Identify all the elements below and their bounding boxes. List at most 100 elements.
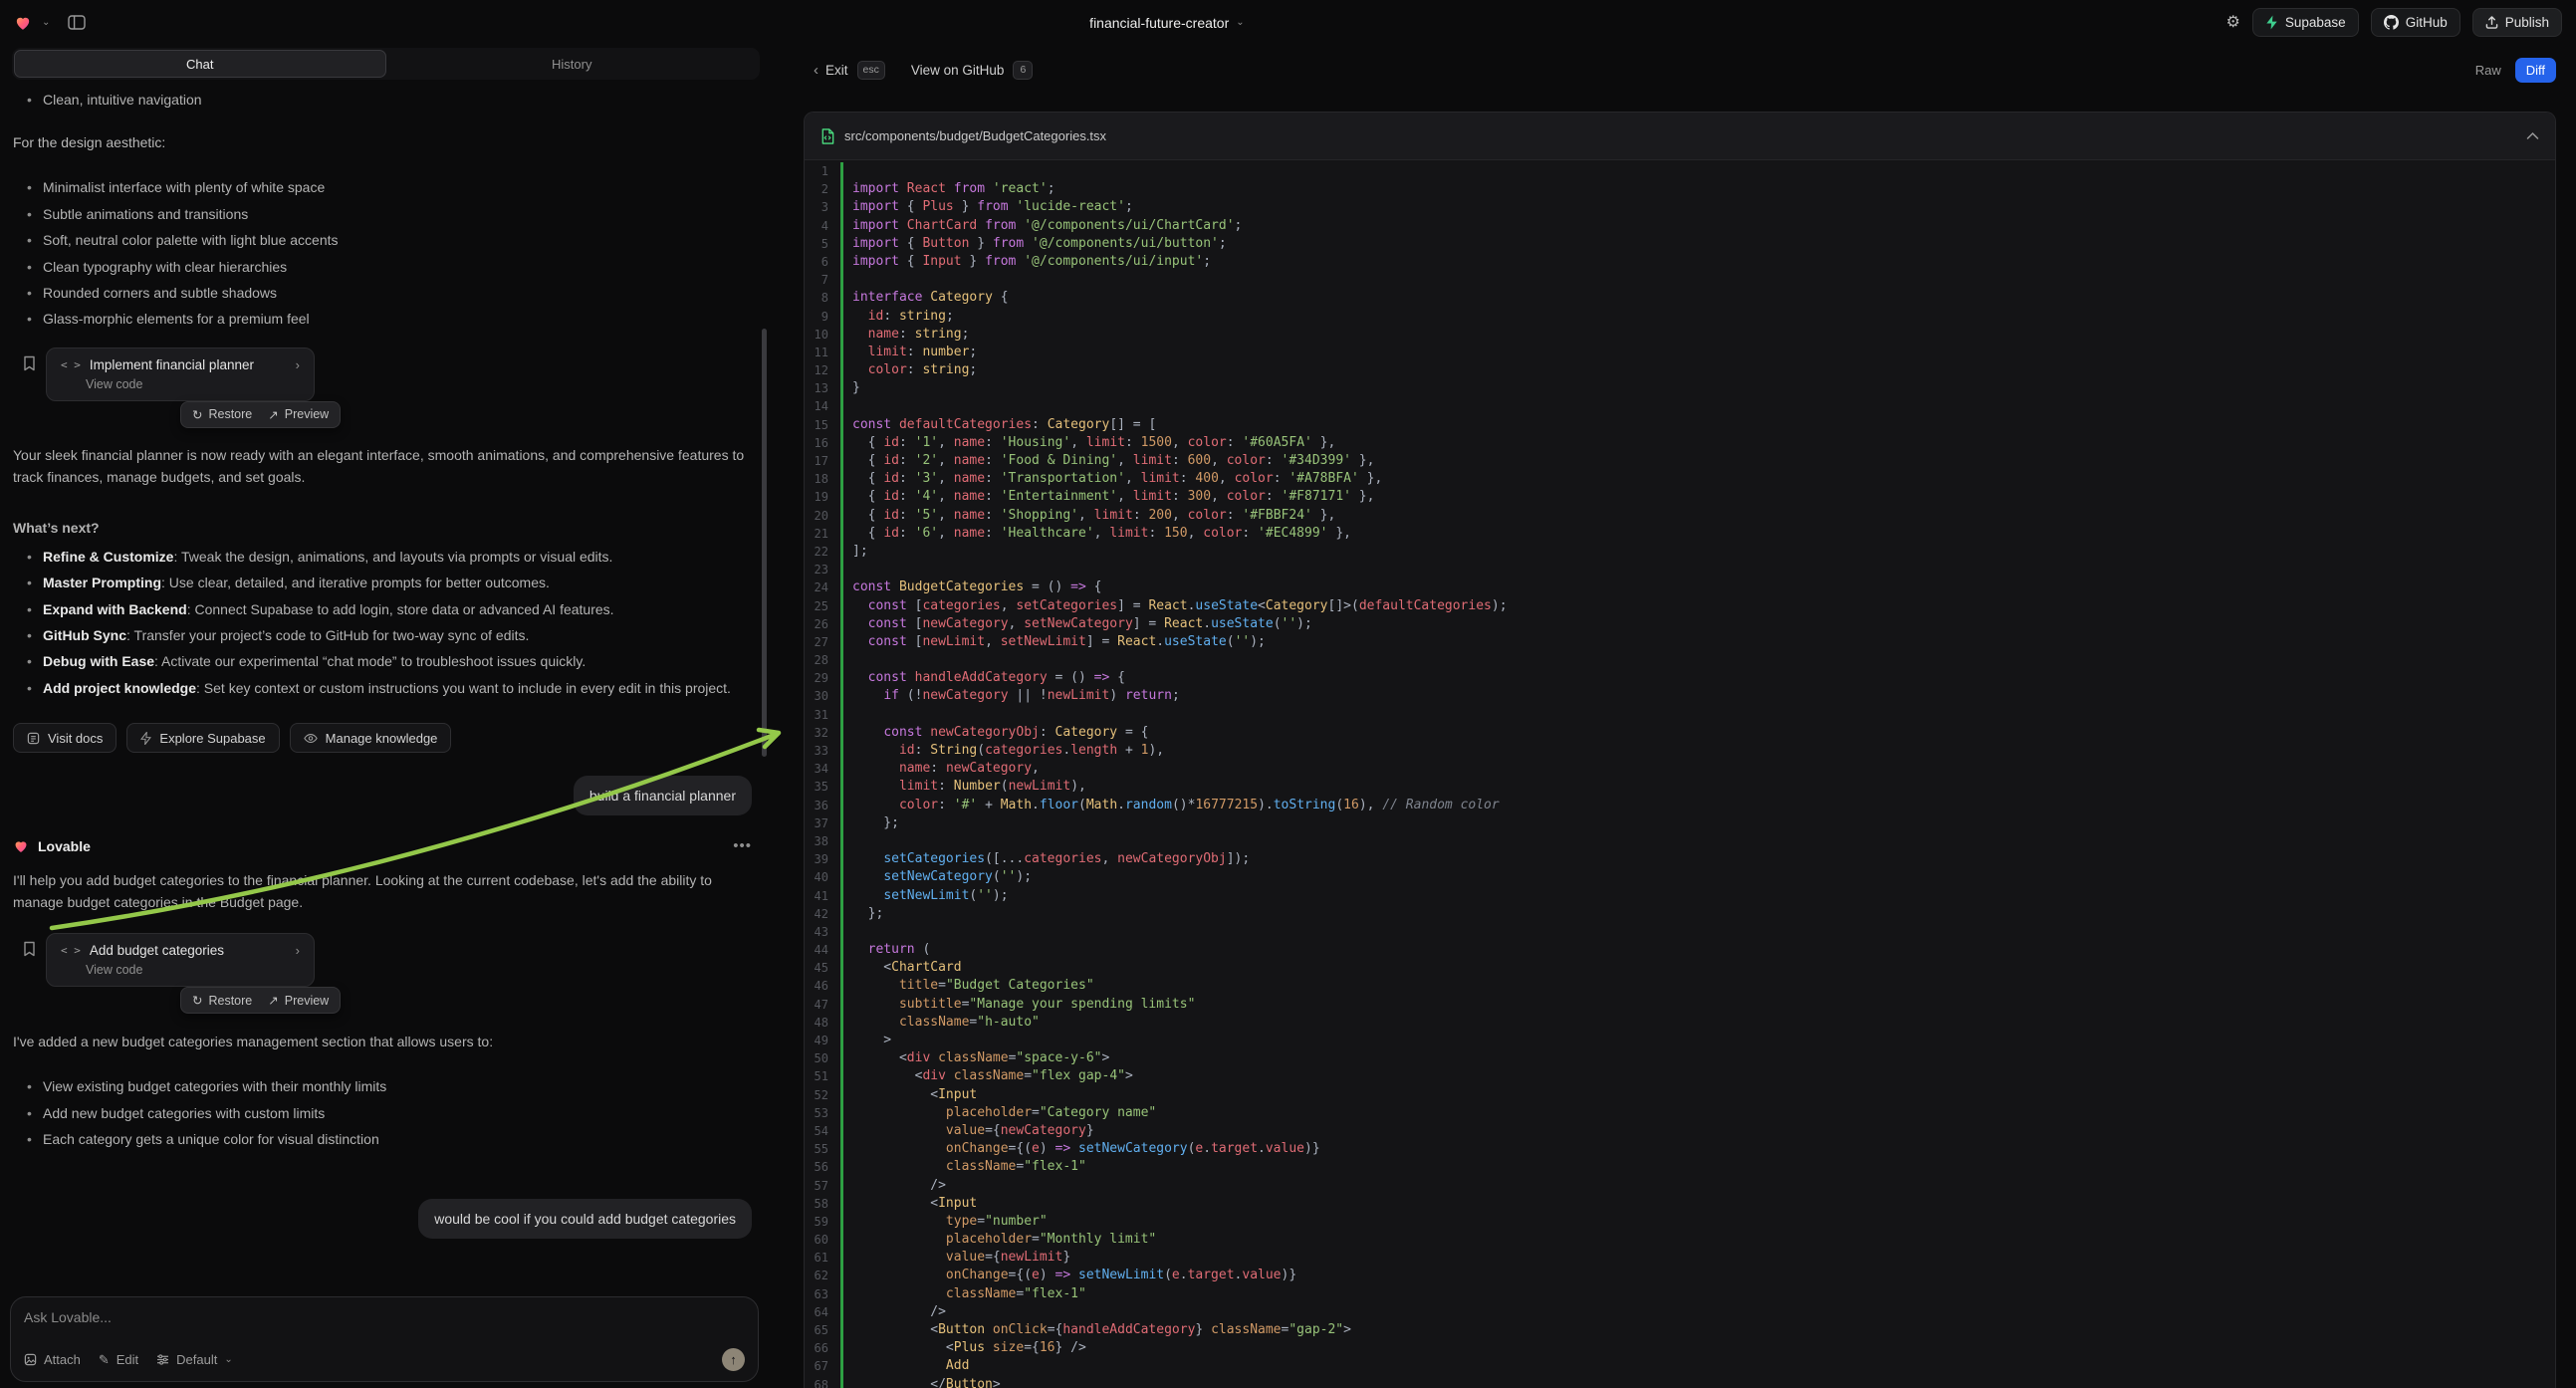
code-line: 37 }; <box>805 814 2555 832</box>
line-number: 59 <box>805 1213 834 1231</box>
line-number: 66 <box>805 1339 834 1357</box>
list-item: Subtle animations and transitions <box>13 201 752 227</box>
esc-keycap: esc <box>857 61 885 80</box>
restore-button[interactable]: ↻Restore <box>192 993 252 1008</box>
bookmark-icon[interactable] <box>23 941 36 957</box>
edit-button[interactable]: ✎ Edit <box>99 1352 138 1368</box>
line-number: 27 <box>805 633 834 651</box>
line-number: 34 <box>805 760 834 778</box>
line-number: 7 <box>805 271 834 289</box>
edit-card-add-budget-categories[interactable]: < > Add budget categories › View code <box>46 933 315 987</box>
code-text: <div className="flex gap-4"> <box>843 1067 1133 1085</box>
edit-card-implement-financial-planner[interactable]: < > Implement financial planner › View c… <box>46 347 315 401</box>
code-line: 10 name: string; <box>805 326 2555 344</box>
code-line: 56 className="flex-1" <box>805 1158 2555 1176</box>
view-on-github-button[interactable]: View on GitHub <box>911 63 1005 78</box>
code-line: 45 <ChartCard <box>805 959 2555 977</box>
line-number: 43 <box>805 923 834 941</box>
line-number: 21 <box>805 525 834 543</box>
line-number: 6 <box>805 253 834 271</box>
code-line: 20 { id: '5', name: 'Shopping', limit: 2… <box>805 507 2555 525</box>
code-text: { id: '3', name: 'Transportation', limit… <box>843 470 1382 488</box>
code-line: 62 onChange={(e) => setNewLimit(e.target… <box>805 1267 2555 1284</box>
visit-docs-button[interactable]: Visit docs <box>13 723 117 753</box>
code-text: className="h-auto" <box>843 1014 1040 1032</box>
line-number: 51 <box>805 1067 834 1085</box>
supabase-button[interactable]: Supabase <box>2252 8 2359 37</box>
code-text: return ( <box>843 941 930 959</box>
line-number: 42 <box>805 905 834 923</box>
line-number: 46 <box>805 977 834 995</box>
code-text: title="Budget Categories" <box>843 977 1094 995</box>
file-header-bar[interactable]: src/components/budget/BudgetCategories.t… <box>805 113 2555 160</box>
code-line: 54 value={newCategory} <box>805 1122 2555 1140</box>
line-number: 19 <box>805 488 834 506</box>
code-text: const [newCategory, setNewCategory] = Re… <box>843 615 1312 633</box>
code-text <box>843 561 852 578</box>
sidebar-toggle-icon[interactable] <box>68 14 88 32</box>
line-number: 11 <box>805 344 834 361</box>
publish-button[interactable]: Publish <box>2472 8 2562 37</box>
code-text: id: string; <box>843 308 954 326</box>
github-keycap: 6 <box>1013 61 1033 80</box>
supabase-bolt-icon <box>140 732 151 745</box>
mode-selector[interactable]: Default ⌄ <box>156 1352 233 1367</box>
user-message-bubble: build a financial planner <box>574 776 752 815</box>
line-number: 1 <box>805 162 834 180</box>
tab-history[interactable]: History <box>386 50 759 78</box>
logo-chevron-down-icon[interactable]: ⌄ <box>42 18 50 28</box>
explore-supabase-button[interactable]: Explore Supabase <box>126 723 279 753</box>
chat-input-box[interactable]: Attach ✎ Edit Default ⌄ ↑ <box>10 1296 759 1382</box>
topbar-left: ⌄ <box>14 14 88 32</box>
code-line: 55 onChange={(e) => setNewCategory(e.tar… <box>805 1140 2555 1158</box>
line-number: 33 <box>805 742 834 760</box>
preview-button[interactable]: ↗Preview <box>268 407 329 422</box>
chat-scrollbar-thumb[interactable] <box>762 329 767 757</box>
list-item: Clean, intuitive navigation <box>13 87 752 113</box>
attach-button[interactable]: Attach <box>24 1352 81 1367</box>
diff-toggle-button[interactable]: Diff <box>2515 58 2556 83</box>
whats-next-heading: What’s next? <box>13 517 752 539</box>
view-code-link[interactable]: View code <box>86 377 300 391</box>
manage-knowledge-button[interactable]: Manage knowledge <box>290 723 452 753</box>
preview-button[interactable]: ↗Preview <box>268 993 329 1008</box>
line-number: 64 <box>805 1303 834 1321</box>
line-number: 35 <box>805 778 834 796</box>
settings-gear-icon[interactable]: ⚙ <box>2226 15 2240 31</box>
edit-card-title: Add budget categories <box>90 943 224 958</box>
code-line: 34 name: newCategory, <box>805 760 2555 778</box>
design-aesthetic-heading: For the design aesthetic: <box>13 131 752 153</box>
lovable-heart-logo[interactable] <box>14 14 32 32</box>
send-button[interactable]: ↑ <box>722 1348 745 1371</box>
bookmark-icon[interactable] <box>23 355 36 371</box>
arrow-up-icon: ↑ <box>730 1352 737 1367</box>
list-item: Add project knowledge: Set key context o… <box>13 675 752 701</box>
code-text: id: String(categories.length + 1), <box>843 742 1164 760</box>
card-hover-toolbar: ↻Restore ↗Preview <box>180 987 341 1014</box>
github-button[interactable]: GitHub <box>2371 8 2460 37</box>
collapse-file-button[interactable] <box>2526 131 2539 140</box>
code-text: onChange={(e) => setNewCategory(e.target… <box>843 1140 1320 1158</box>
code-text: import { Button } from '@/components/ui/… <box>843 235 1227 253</box>
external-link-icon: ↗ <box>268 407 278 422</box>
tab-chat[interactable]: Chat <box>14 50 386 78</box>
project-switcher[interactable]: financial-future-creator ⌄ <box>1089 15 1244 31</box>
line-number: 26 <box>805 615 834 633</box>
view-code-link[interactable]: View code <box>86 963 300 977</box>
message-menu-icon[interactable]: ••• <box>733 837 752 854</box>
line-number: 13 <box>805 379 834 397</box>
code-panel: ‹ Exit esc View on GitHub 6 Raw Diff src… <box>772 45 2576 1388</box>
assistant-reply-outro: I've added a new budget categories manag… <box>13 1031 752 1052</box>
exit-button[interactable]: ‹ Exit <box>814 62 848 79</box>
user-message-row: would be cool if you could add budget ca… <box>13 1199 752 1239</box>
raw-toggle-button[interactable]: Raw <box>2475 63 2501 78</box>
restore-button[interactable]: ↻Restore <box>192 407 252 422</box>
line-number: 48 <box>805 1014 834 1032</box>
code-text: interface Category { <box>843 289 1009 307</box>
line-number: 63 <box>805 1285 834 1303</box>
code-text: const [newLimit, setNewLimit] = React.us… <box>843 633 1266 651</box>
line-number: 29 <box>805 669 834 687</box>
chat-prompt-input[interactable] <box>24 1309 709 1325</box>
line-number: 10 <box>805 326 834 344</box>
code-line: 14 <box>805 397 2555 415</box>
